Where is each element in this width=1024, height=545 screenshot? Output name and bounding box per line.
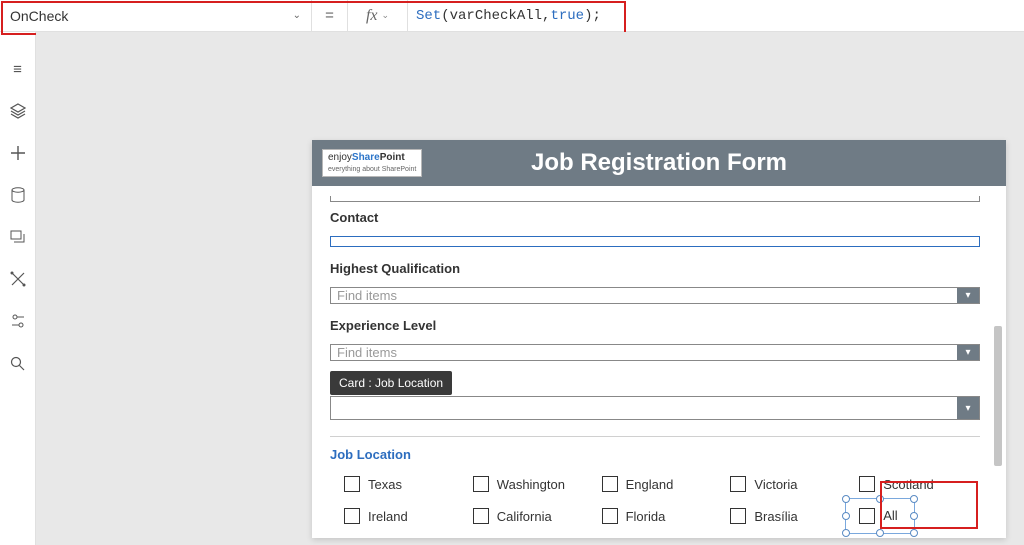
checkbox-label: All (883, 508, 897, 524)
search-icon[interactable] (9, 354, 27, 372)
scrollbar-thumb[interactable] (994, 326, 1002, 466)
app-header: enjoySharePoint everything about SharePo… (312, 140, 1006, 186)
formula-token-semi: ; (592, 8, 600, 24)
layers-icon[interactable] (9, 102, 27, 120)
checkbox-icon (730, 508, 746, 524)
checkbox-icon (859, 508, 875, 524)
chevron-down-icon: ⌄ (293, 10, 301, 21)
logo-subtext: everything about SharePoint (328, 166, 416, 173)
field-label-qualification: Highest Qualification (330, 261, 990, 276)
checkbox-icon (473, 476, 489, 492)
resize-handle[interactable] (910, 512, 918, 520)
checkbox-scotland[interactable]: Scotland (859, 476, 980, 492)
flows-icon[interactable] (9, 270, 27, 288)
chevron-down-icon: ▾ (957, 397, 979, 419)
formula-token-comma: , (542, 8, 550, 24)
resize-handle[interactable] (876, 495, 884, 503)
resize-handle[interactable] (910, 495, 918, 503)
formula-token-fn: Set (416, 8, 441, 24)
checkbox-icon (730, 476, 746, 492)
formula-token-paren: ( (441, 8, 449, 24)
fx-icon: fx (366, 7, 378, 25)
checkbox-icon (859, 476, 875, 492)
location-grid: Texas Washington England Victoria Scotla… (344, 476, 980, 524)
equals-sign: = (325, 7, 334, 24)
logo-text: Share (352, 152, 380, 163)
field-label-contact: Contact (330, 210, 990, 225)
settings-icon[interactable] (9, 312, 27, 330)
divider (330, 436, 980, 437)
plus-icon[interactable] (9, 144, 27, 162)
field-label-experience: Experience Level (330, 318, 990, 333)
property-name: OnCheck (10, 8, 68, 24)
checkbox-england[interactable]: England (602, 476, 723, 492)
checkbox-icon (602, 476, 618, 492)
form-body: Contact Highest Qualification Find items… (312, 186, 1006, 538)
formula-input[interactable]: Set(varCheckAll,true); (408, 0, 1024, 31)
checkbox-label: Texas (368, 477, 402, 492)
left-rail: ≡ (0, 32, 36, 545)
checkbox-washington[interactable]: Washington (473, 476, 594, 492)
checkbox-all[interactable]: All (859, 508, 980, 524)
card-tooltip: Card : Job Location (330, 371, 452, 395)
resize-handle[interactable] (842, 529, 850, 537)
combo-placeholder: Find items (337, 345, 397, 360)
jobtitle-combo[interactable]: ▾ (330, 396, 980, 420)
partial-field (330, 196, 980, 202)
checkbox-brasilia[interactable]: Brasília (730, 508, 851, 524)
hamburger-icon[interactable]: ≡ (9, 60, 27, 78)
page-title: Job Registration Form (531, 149, 787, 177)
checkbox-icon (602, 508, 618, 524)
checkbox-label: California (497, 509, 552, 524)
logo: enjoySharePoint everything about SharePo… (322, 149, 422, 177)
formula-token-paren: ) (584, 8, 592, 24)
combo-placeholder: Find items (337, 288, 397, 303)
checkbox-california[interactable]: California (473, 508, 594, 524)
equals-cell: = (312, 0, 348, 31)
checkbox-florida[interactable]: Florida (602, 508, 723, 524)
qualification-combo[interactable]: Find items ▾ (330, 287, 980, 304)
resize-handle[interactable] (876, 529, 884, 537)
app-screen: enjoySharePoint everything about SharePo… (312, 140, 1006, 538)
fx-button[interactable]: fx ⌄ (348, 0, 408, 31)
logo-text: Point (380, 152, 405, 163)
checkbox-label: England (626, 477, 674, 492)
checkbox-label: Victoria (754, 477, 797, 492)
resize-handle[interactable] (910, 529, 918, 537)
formula-token-arg: varCheckAll (450, 8, 542, 24)
property-selector[interactable]: OnCheck ⌄ (0, 0, 312, 31)
checkbox-label: Brasília (754, 509, 797, 524)
field-label-joblocation: Job Location (330, 447, 990, 462)
workspace: ≡ enjoySharePoint everything abou (0, 32, 1024, 545)
chevron-down-icon: ▾ (957, 288, 979, 303)
checkbox-icon (344, 508, 360, 524)
chevron-down-icon: ▾ (957, 345, 979, 360)
checkbox-label: Washington (497, 477, 565, 492)
chevron-down-icon: ⌄ (382, 10, 390, 21)
checkbox-texas[interactable]: Texas (344, 476, 465, 492)
resize-handle[interactable] (842, 495, 850, 503)
checkbox-ireland[interactable]: Ireland (344, 508, 465, 524)
media-icon[interactable] (9, 228, 27, 246)
logo-text: enjoy (328, 152, 352, 163)
job-title-row: Job Title Card : Job Location ▾ (326, 375, 990, 426)
scrollbar[interactable] (994, 196, 1002, 538)
canvas[interactable]: enjoySharePoint everything about SharePo… (36, 32, 1024, 545)
checkbox-label: Scotland (883, 477, 934, 492)
formula-token-kw: true (550, 8, 584, 24)
contact-input[interactable] (330, 236, 980, 247)
checkbox-icon (473, 508, 489, 524)
data-icon[interactable] (9, 186, 27, 204)
checkbox-victoria[interactable]: Victoria (730, 476, 851, 492)
experience-combo[interactable]: Find items ▾ (330, 344, 980, 361)
checkbox-icon (344, 476, 360, 492)
selection-outline (845, 498, 915, 534)
checkbox-label: Ireland (368, 509, 408, 524)
checkbox-label: Florida (626, 509, 666, 524)
formula-bar: OnCheck ⌄ = fx ⌄ Set(varCheckAll,true); (0, 0, 1024, 32)
